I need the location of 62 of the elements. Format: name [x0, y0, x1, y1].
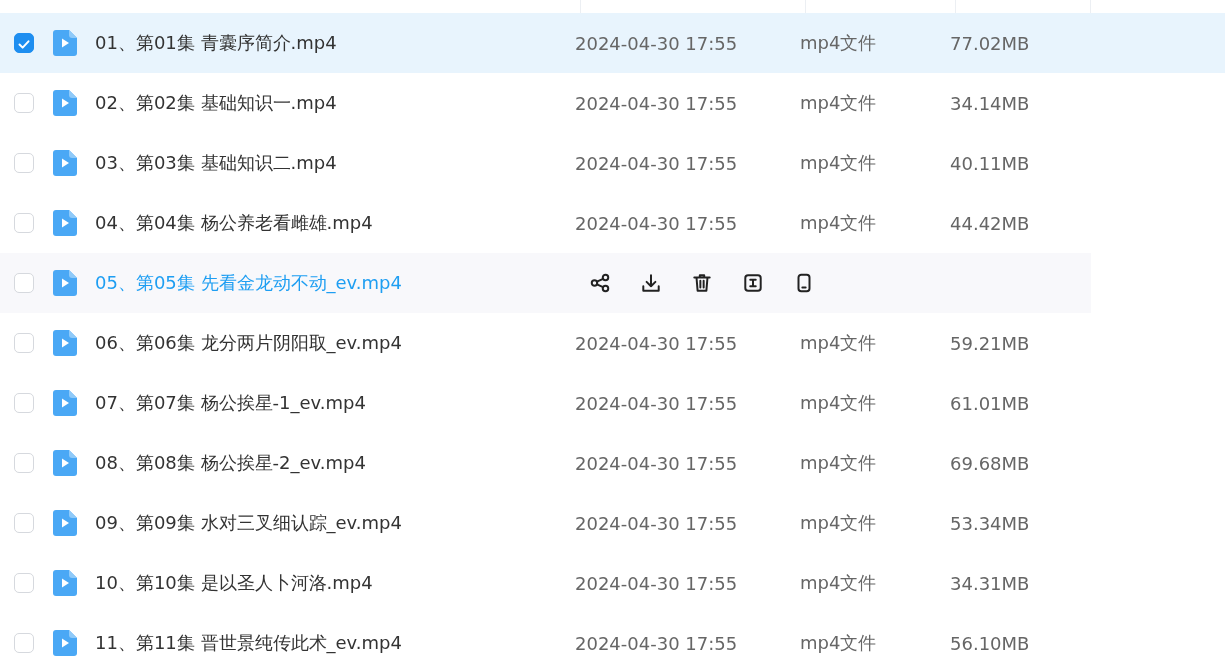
- file-name[interactable]: 06、第06集 龙分两片阴阳取_ev.mp4: [95, 331, 575, 355]
- video-file-icon: [53, 30, 77, 56]
- file-name[interactable]: 03、第03集 基础知识二.mp4: [95, 151, 575, 175]
- file-row[interactable]: 04、第04集 杨公养老看雌雄.mp4 2024-04-30 17:55 mp4文件 44.42MB: [0, 193, 1225, 253]
- file-name[interactable]: 02、第02集 基础知识一.mp4: [95, 91, 575, 115]
- file-name[interactable]: 08、第08集 杨公挨星-2_ev.mp4: [95, 451, 575, 475]
- video-file-icon: [53, 150, 77, 176]
- file-type: mp4文件: [800, 151, 878, 175]
- file-name[interactable]: 10、第10集 是以圣人卜河洛.mp4: [95, 571, 575, 595]
- modified-date: 2024-04-30 17:55: [575, 572, 739, 594]
- file-row[interactable]: 03、第03集 基础知识二.mp4 2024-04-30 17:55 mp4文件 40.11MB: [0, 133, 1225, 193]
- modified-date: 2024-04-30 17:55: [575, 92, 739, 114]
- video-file-icon: [53, 270, 77, 296]
- file-name[interactable]: 04、第04集 杨公养老看雌雄.mp4: [95, 211, 575, 235]
- video-file-icon: [53, 390, 77, 416]
- file-type: mp4文件: [800, 31, 878, 55]
- file-row[interactable]: 10、第10集 是以圣人卜河洛.mp4 2024-04-30 17:55 mp4文件 34.31MB: [0, 553, 1225, 613]
- video-file-icon: [53, 510, 77, 536]
- file-name[interactable]: 07、第07集 杨公挨星-1_ev.mp4: [95, 391, 575, 415]
- modified-date: 2024-04-30 17:55: [575, 212, 739, 234]
- checkbox[interactable]: [14, 33, 34, 53]
- file-type: mp4文件: [800, 451, 878, 475]
- file-size: 59.21MB: [950, 332, 1030, 354]
- file-size: 69.68MB: [950, 452, 1030, 474]
- file-size: 40.11MB: [950, 152, 1030, 174]
- file-type: mp4文件: [800, 331, 878, 355]
- file-row[interactable]: 01、第01集 青囊序简介.mp4 2024-04-30 17:55 mp4文件 77.02MB: [0, 13, 1225, 73]
- file-size: 44.42MB: [950, 212, 1030, 234]
- file-size: 53.34MB: [950, 512, 1030, 534]
- file-type: mp4文件: [800, 631, 878, 655]
- file-row[interactable]: 06、第06集 龙分两片阴阳取_ev.mp4 2024-04-30 17:55 mp4文件 59.21MB: [0, 313, 1225, 373]
- file-type: mp4文件: [800, 511, 878, 535]
- video-file-icon: [53, 570, 77, 596]
- video-file-icon: [53, 210, 77, 236]
- modified-date: 2024-04-30 17:55: [575, 452, 739, 474]
- file-type: mp4文件: [800, 211, 878, 235]
- file-size: 77.02MB: [950, 32, 1030, 54]
- file-size: 61.01MB: [950, 392, 1030, 414]
- file-size: 34.31MB: [950, 572, 1030, 594]
- file-name[interactable]: 11、第11集 晋世景纯传此术_ev.mp4: [95, 631, 575, 655]
- modified-date: 2024-04-30 17:55: [575, 512, 739, 534]
- file-row[interactable]: 02、第02集 基础知识一.mp4 2024-04-30 17:55 mp4文件 34.14MB: [0, 73, 1225, 133]
- modified-date: 2024-04-30 17:55: [575, 392, 739, 414]
- file-size: 56.10MB: [950, 632, 1030, 654]
- file-size: 34.14MB: [950, 92, 1030, 114]
- file-row[interactable]: 09、第09集 水对三叉细认踪_ev.mp4 2024-04-30 17:55 mp4文件 53.34MB: [0, 493, 1225, 553]
- modified-date: 2024-04-30 17:55: [575, 152, 739, 174]
- video-file-icon: [53, 450, 77, 476]
- modified-date: 2024-04-30 17:55: [575, 32, 739, 54]
- file-name[interactable]: 01、第01集 青囊序简介.mp4: [95, 31, 575, 55]
- file-type: mp4文件: [800, 91, 878, 115]
- file-row[interactable]: 08、第08集 杨公挨星-2_ev.mp4 2024-04-30 17:55 mp4文件 69.68MB: [0, 433, 1225, 493]
- file-type: mp4文件: [800, 391, 878, 415]
- file-row[interactable]: 11、第11集 晋世景纯传此术_ev.mp4 2024-04-30 17:55 mp4文件 56.10MB: [0, 613, 1225, 662]
- modified-date: 2024-04-30 17:55: [575, 632, 739, 654]
- file-row[interactable]: 07、第07集 杨公挨星-1_ev.mp4 2024-04-30 17:55 mp4文件 61.01MB: [0, 373, 1225, 433]
- video-file-icon: [53, 330, 77, 356]
- video-file-icon: [53, 630, 77, 656]
- modified-date: 2024-04-30 17:55: [575, 332, 739, 354]
- video-file-icon: [53, 90, 77, 116]
- file-name[interactable]: 09、第09集 水对三叉细认踪_ev.mp4: [95, 511, 575, 535]
- file-type: mp4文件: [800, 571, 878, 595]
